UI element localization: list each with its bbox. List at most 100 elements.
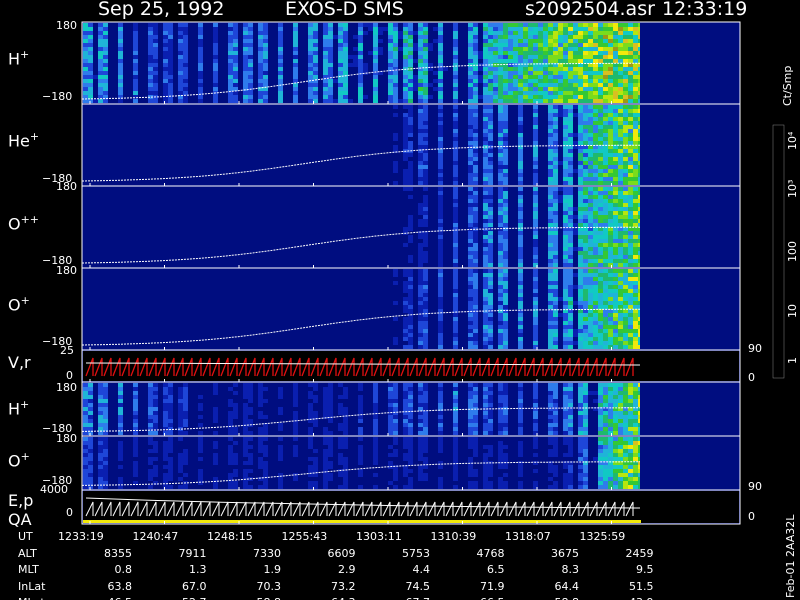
heatmap-cell	[308, 35, 313, 39]
heatmap-cell	[613, 129, 618, 133]
heatmap-cell	[163, 23, 168, 27]
heatmap-cell	[623, 239, 628, 243]
heatmap-cell	[558, 83, 563, 87]
heatmap-cell	[628, 207, 633, 211]
heatmap-cell	[558, 105, 563, 109]
heatmap-cell	[293, 411, 298, 415]
heatmap-cell	[438, 121, 443, 125]
heatmap-cell	[608, 113, 613, 117]
heatmap-cell	[118, 403, 123, 407]
heatmap-cell	[533, 39, 538, 43]
heatmap-cell	[198, 423, 203, 427]
heatmap-cell	[213, 63, 218, 67]
heatmap-cell	[133, 59, 138, 63]
heatmap-cell	[603, 173, 608, 177]
heatmap-cell	[323, 23, 328, 27]
heatmap-cell	[468, 141, 473, 145]
heatmap-cell	[543, 95, 548, 99]
heatmap-cell	[533, 79, 538, 83]
heatmap-cell	[473, 289, 478, 293]
heatmap-cell	[263, 39, 268, 43]
heatmap-cell	[613, 79, 618, 83]
heatmap-cell	[323, 427, 328, 431]
heatmap-cell	[233, 469, 238, 473]
heatmap-cell	[198, 71, 203, 75]
heatmap-cell	[578, 297, 583, 301]
heatmap-cell	[163, 419, 168, 423]
heatmap-cell	[618, 411, 623, 415]
heatmap-cell	[453, 399, 458, 403]
heatmap-cell	[488, 51, 493, 55]
heatmap-cell	[418, 169, 423, 173]
heatmap-cell	[88, 83, 93, 87]
heatmap-cell	[548, 31, 553, 35]
heatmap-cell	[473, 387, 478, 391]
heatmap-cell	[593, 121, 598, 125]
heatmap-cell	[618, 399, 623, 403]
heatmap-cell	[493, 91, 498, 95]
heatmap-cell	[598, 329, 603, 333]
heatmap-cell	[468, 423, 473, 427]
heatmap-cell	[628, 399, 633, 403]
heatmap-cell	[488, 181, 493, 185]
heatmap-cell	[633, 105, 638, 109]
heatmap-cell	[513, 51, 518, 55]
heatmap-cell	[548, 177, 553, 181]
heatmap-cell	[593, 285, 598, 289]
heatmap-cell	[513, 55, 518, 59]
heatmap-cell	[418, 203, 423, 207]
heatmap-cell	[148, 91, 153, 95]
heatmap-cell	[468, 177, 473, 181]
heatmap-cell	[583, 453, 588, 457]
heatmap-cell	[623, 23, 628, 27]
heatmap-cell	[183, 461, 188, 465]
heatmap-cell	[623, 453, 628, 457]
heatmap-cell	[433, 87, 438, 91]
heatmap-cell	[533, 161, 538, 165]
heatmap-cell	[553, 441, 558, 445]
heatmap-cell	[518, 117, 523, 121]
heatmap-cell	[483, 71, 488, 75]
heatmap-cell	[578, 157, 583, 161]
heatmap-cell	[563, 105, 568, 109]
heatmap-cell	[593, 177, 598, 181]
heatmap-cell	[563, 207, 568, 211]
heatmap-cell	[363, 95, 368, 99]
title-date: Sep 25, 1992	[98, 0, 225, 20]
heatmap-cell	[608, 165, 613, 169]
heatmap-cell	[198, 87, 203, 91]
heatmap-cell	[553, 113, 558, 117]
heatmap-cell	[538, 55, 543, 59]
heatmap-cell	[148, 55, 153, 59]
heatmap-cell	[533, 423, 538, 427]
heatmap-cell	[473, 211, 478, 215]
heatmap-cell	[633, 71, 638, 75]
heatmap-cell	[578, 161, 583, 165]
heatmap-cell	[408, 215, 413, 219]
heatmap-cell	[633, 169, 638, 173]
heatmap-cell	[323, 63, 328, 67]
heatmap-cell	[508, 47, 513, 51]
heatmap-cell	[88, 75, 93, 79]
ephemeris-cell: −67.7	[374, 596, 430, 600]
heatmap-cell	[498, 231, 503, 235]
heatmap-cell	[488, 23, 493, 27]
ephemeris-cell: 73.2	[331, 579, 356, 593]
heatmap-cell	[468, 387, 473, 391]
heatmap-cell	[533, 121, 538, 125]
heatmap-cell	[583, 211, 588, 215]
heatmap-cell	[503, 55, 508, 59]
heatmap-cell	[428, 63, 433, 67]
heatmap-cell	[148, 457, 153, 461]
heatmap-cell	[623, 391, 628, 395]
heatmap-cell	[88, 441, 93, 445]
heatmap-cell	[98, 395, 103, 399]
heatmap-cell	[563, 301, 568, 305]
heatmap-cell	[633, 39, 638, 43]
heatmap-cell	[568, 441, 573, 445]
heatmap-cell	[323, 431, 328, 435]
heatmap-cell	[518, 317, 523, 321]
heatmap-cell	[518, 125, 523, 129]
heatmap-cell	[418, 145, 423, 149]
heatmap-cell	[618, 481, 623, 485]
